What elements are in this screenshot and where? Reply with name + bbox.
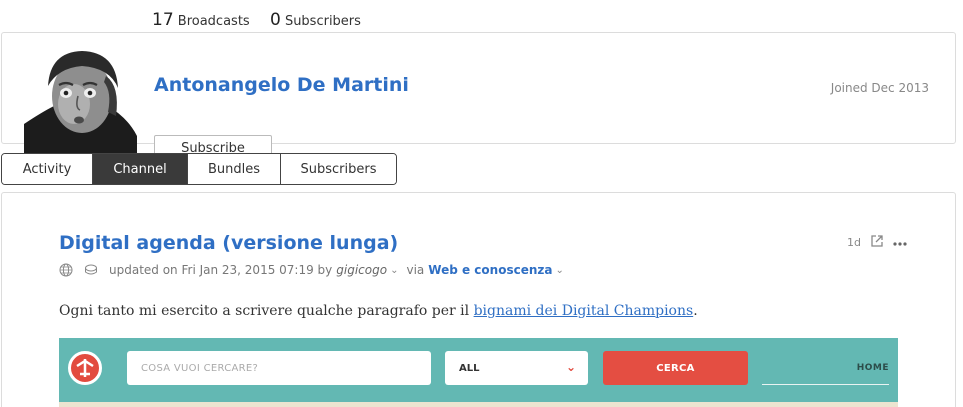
- globe-icon: [59, 263, 73, 277]
- site-logo-icon: [68, 351, 102, 385]
- avatar[interactable]: [24, 46, 137, 161]
- embed-select[interactable]: ALL ⌄: [445, 351, 588, 385]
- external-link-icon[interactable]: [871, 235, 883, 250]
- tab-subscribers[interactable]: Subscribers: [281, 154, 396, 184]
- embed-nav-home[interactable]: HOME: [762, 351, 889, 385]
- channel-feed: Digital agenda (versione lunga) 1d updat…: [1, 192, 956, 407]
- post-body-suffix: .: [693, 303, 698, 319]
- profile-name[interactable]: Antonangelo De Martini: [154, 74, 409, 96]
- tab-activity[interactable]: Activity: [2, 154, 93, 184]
- post-tools: 1d: [837, 235, 907, 250]
- more-dots-icon[interactable]: [893, 236, 907, 249]
- embedded-preview[interactable]: COSA VUOI CERCARE? ALL ⌄ CERCA HOME: [59, 338, 898, 407]
- joined-date: Joined Dec 2013: [830, 81, 929, 95]
- stack-icon: [84, 263, 98, 277]
- post-updated: updated on Fri Jan 23, 2015 07:19 by: [109, 263, 333, 277]
- profile-card: Antonangelo De Martini Joined Dec 2013 S…: [1, 32, 956, 161]
- post-meta: updated on Fri Jan 23, 2015 07:19 by gig…: [59, 263, 564, 277]
- embed-search-button[interactable]: CERCA: [603, 351, 748, 385]
- broadcasts-count: 17: [152, 10, 174, 30]
- post-title[interactable]: Digital agenda (versione lunga): [59, 232, 398, 254]
- subscribers-label[interactable]: Subscribers: [285, 14, 361, 29]
- tab-bundles[interactable]: Bundles: [188, 154, 281, 184]
- subscribers-count: 0: [269, 10, 281, 30]
- chevron-down-icon[interactable]: ⌄: [390, 265, 398, 276]
- profile-tabs: Activity Channel Bundles Subscribers: [1, 153, 397, 185]
- post-body-text: Ogni tanto mi esercito a scrivere qualch…: [59, 303, 470, 319]
- profile-stats: 17 Broadcasts 0 Subscribers: [152, 10, 361, 30]
- collection-link[interactable]: Web e conoscenza: [428, 263, 552, 277]
- post-age[interactable]: 1d: [847, 236, 861, 249]
- chevron-down-icon: ⌄: [565, 360, 576, 374]
- embed-select-value: ALL: [459, 363, 480, 374]
- embed-search-input[interactable]: COSA VUOI CERCARE?: [127, 351, 431, 385]
- post-body: Ogni tanto mi esercito a scrivere qualch…: [59, 303, 698, 319]
- via-label: via: [406, 263, 425, 277]
- tab-channel[interactable]: Channel: [93, 154, 188, 184]
- post-author[interactable]: gigicogo: [336, 263, 387, 277]
- broadcasts-label[interactable]: Broadcasts: [178, 14, 250, 29]
- chevron-down-icon[interactable]: ⌄: [555, 265, 563, 276]
- post-body-link[interactable]: bignami dei Digital Champions: [474, 303, 694, 319]
- embed-banner: [59, 402, 898, 407]
